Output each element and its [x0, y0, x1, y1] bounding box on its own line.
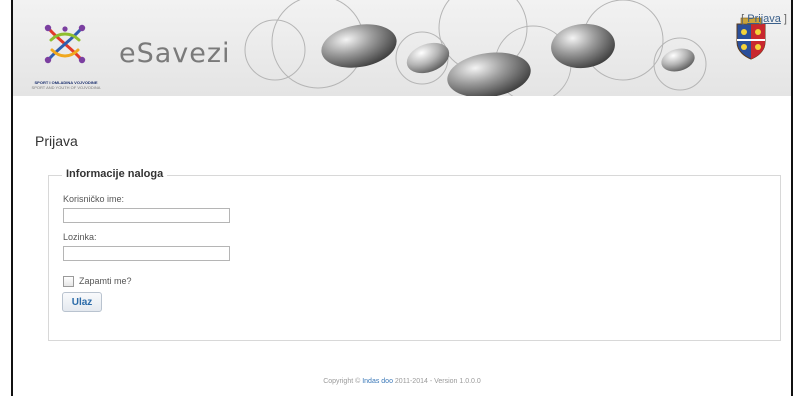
account-info-fieldset: Informacije naloga Korisničko ime: Lozin… [48, 168, 781, 341]
logo-caption: SPORT I OMLADINA VOJVODINE SPORT AND YOU… [26, 80, 106, 90]
main-content: Prijava Informacije naloga Korisničko im… [13, 96, 791, 396]
brand-name: eSavezi [119, 38, 231, 69]
username-input[interactable] [63, 208, 230, 223]
logo-caption-sub: SPORT AND YOUTH OF VOJVODINA [31, 85, 101, 90]
footer-suffix: 2011-2014 - Version 1.0.0.0 [392, 378, 481, 385]
login-submit-button[interactable]: Ulaz [62, 292, 102, 312]
remember-me-checkbox[interactable] [63, 275, 74, 287]
password-input[interactable] [63, 246, 230, 261]
page-title: Prijava [35, 133, 78, 149]
sport-logo-icon [44, 24, 86, 64]
login-bracket-close: ] [780, 13, 787, 25]
footer-prefix: Copyright © [323, 378, 363, 385]
username-label: Korisničko ime: [63, 194, 125, 204]
remember-me-label[interactable]: Zapamti me? [79, 276, 132, 286]
footer-company-link[interactable]: Indas doo [362, 378, 393, 385]
login-link-wrap: [ Prijava ] [741, 13, 787, 25]
remember-me-row: Zapamti me? [63, 275, 132, 287]
decorative-spheres [321, 23, 695, 96]
login-link[interactable]: Prijava [747, 13, 781, 25]
password-label: Lozinka: [63, 232, 97, 242]
fieldset-legend: Informacije naloga [62, 168, 168, 180]
site-header: SPORT I OMLADINA VOJVODINE SPORT AND YOU… [13, 0, 791, 96]
browser-page: SPORT I OMLADINA VOJVODINE SPORT AND YOU… [0, 0, 803, 396]
right-border [791, 0, 793, 396]
footer-copyright: Copyright © Indas doo 2011-2014 - Versio… [13, 378, 791, 385]
